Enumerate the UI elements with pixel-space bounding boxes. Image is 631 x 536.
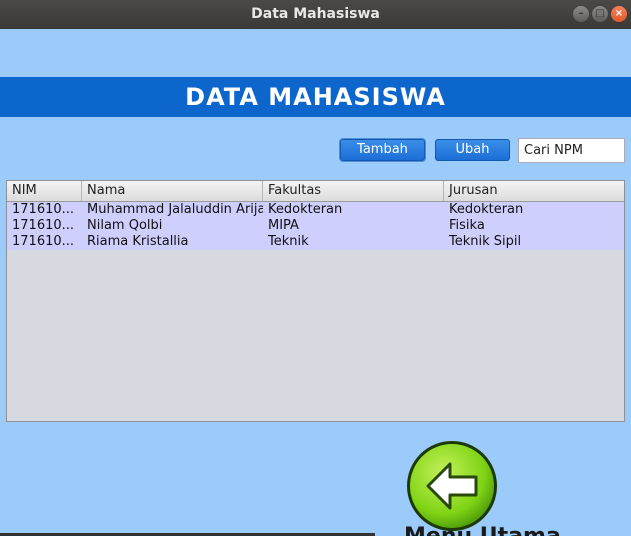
table-row[interactable]: 171610... Riama Kristallia Teknik Teknik… bbox=[7, 234, 624, 250]
window-controls: – □ × bbox=[573, 6, 627, 22]
column-header-nim[interactable]: NIM bbox=[7, 181, 82, 201]
table-header: NIM Nama Fakultas Jurusan bbox=[7, 181, 624, 202]
column-header-nama[interactable]: Nama bbox=[82, 181, 263, 201]
window-titlebar: Data Mahasiswa – □ × bbox=[0, 0, 631, 29]
back-button[interactable] bbox=[407, 441, 497, 531]
column-header-jurusan[interactable]: Jurusan bbox=[444, 181, 624, 201]
cell-nim: 171610... bbox=[12, 202, 75, 217]
cell-nama: Muhammad Jalaluddin Arija bbox=[87, 202, 263, 217]
cell-nama: Nilam Qolbi bbox=[87, 218, 163, 233]
arrow-left-icon bbox=[426, 462, 478, 510]
column-header-fakultas[interactable]: Fakultas bbox=[263, 181, 444, 201]
add-button[interactable]: Tambah bbox=[340, 139, 425, 161]
cell-fakultas: Teknik bbox=[268, 234, 309, 249]
close-icon[interactable]: × bbox=[611, 6, 627, 22]
cell-nama: Riama Kristallia bbox=[87, 234, 189, 249]
window-title: Data Mahasiswa bbox=[251, 6, 380, 22]
student-table[interactable]: NIM Nama Fakultas Jurusan 171610... Muha… bbox=[6, 180, 625, 422]
table-row[interactable]: 171610... Muhammad Jalaluddin Arija Kedo… bbox=[7, 202, 624, 218]
table-row[interactable]: 171610... Nilam Qolbi MIPA Fisika bbox=[7, 218, 624, 234]
maximize-icon[interactable]: □ bbox=[592, 6, 608, 22]
cell-fakultas: MIPA bbox=[268, 218, 299, 233]
minimize-icon[interactable]: – bbox=[573, 6, 589, 22]
cell-jurusan: Fisika bbox=[449, 218, 485, 233]
main-menu-label: Menu Utama bbox=[404, 520, 631, 536]
cell-jurusan: Kedokteran bbox=[449, 202, 524, 217]
main-content: DATA MAHASISWA Tambah Ubah Cari NPM NIM … bbox=[0, 29, 631, 536]
page-title: DATA MAHASISWA bbox=[0, 77, 631, 117]
cell-fakultas: Kedokteran bbox=[268, 202, 343, 217]
cell-jurusan: Teknik Sipil bbox=[449, 234, 522, 249]
search-npm-input[interactable]: Cari NPM bbox=[518, 138, 625, 163]
cell-nim: 171610... bbox=[12, 218, 75, 233]
edit-button[interactable]: Ubah bbox=[435, 139, 510, 161]
cell-nim: 171610... bbox=[12, 234, 75, 249]
